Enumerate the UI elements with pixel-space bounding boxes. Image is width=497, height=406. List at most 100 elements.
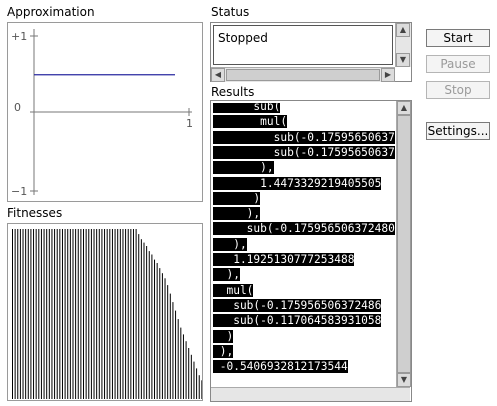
settings-button[interactable]: Settings... [426, 122, 490, 140]
fitness-bar [12, 229, 13, 399]
fitness-bar [146, 246, 148, 399]
result-line: sub(-0.117064583931058 [213, 313, 382, 328]
result-line-text: ) [213, 329, 234, 343]
fitness-chart [12, 229, 202, 399]
fitness-bar [154, 259, 156, 399]
result-line: ) [213, 329, 234, 344]
status-textbox[interactable]: Stopped [213, 25, 393, 65]
results-textbox[interactable]: sub( mul( sub(-0.17595650637 sub(-0.1759… [213, 103, 396, 399]
y-label-bottom: −1 [11, 185, 27, 198]
result-line: ), [213, 344, 234, 359]
result-line: -0.5406932812173544 [213, 359, 348, 374]
fitness-bar [14, 229, 16, 399]
scroll-up-arrow-icon[interactable]: ▲ [396, 23, 410, 37]
result-line-text: mul( [213, 115, 288, 129]
fitness-bar [19, 229, 21, 399]
fitness-bar [196, 368, 198, 399]
fitness-bar [80, 229, 82, 399]
start-button[interactable]: Start [426, 29, 490, 47]
fitness-bar [77, 229, 79, 399]
results-vertical-scrollbar[interactable]: ▲ ▼ [396, 101, 411, 387]
result-line: 1.1925130777253488 [213, 252, 355, 267]
status-text: Stopped [218, 31, 268, 45]
result-line: ), [213, 267, 240, 282]
fitness-bar [90, 229, 92, 399]
result-line-text: sub(-0.117064583931058 [213, 314, 382, 328]
fitness-bar [151, 254, 153, 399]
result-line-text: mul( [213, 283, 254, 297]
fitness-bar [190, 354, 192, 399]
fitness-bar [135, 229, 137, 399]
result-line-text: sub(-0.17595650637 [213, 145, 395, 159]
status-horizontal-scrollbar[interactable]: ◀ ▶ [211, 67, 395, 82]
fitness-bar [164, 278, 166, 399]
fitness-bar [106, 229, 108, 399]
fitness-bar [119, 229, 121, 399]
fitness-bar [85, 229, 87, 399]
fitness-bar [143, 242, 145, 399]
fitness-plot [7, 223, 203, 401]
fitness-bar [111, 229, 113, 399]
scroll-right-arrow-icon[interactable]: ▶ [381, 68, 395, 82]
results-vscroll-thumb[interactable] [397, 115, 411, 373]
y-label-mid: 0 [14, 101, 21, 114]
fitness-bar [30, 229, 32, 399]
fitness-bar [159, 268, 161, 399]
fitness-bar [161, 273, 163, 399]
fitness-bar [185, 341, 187, 399]
fitness-bar [180, 327, 182, 399]
fitness-bar [17, 229, 19, 399]
result-line-text: ), [213, 237, 247, 251]
result-line: mul( [213, 283, 254, 298]
scroll-left-arrow-icon[interactable]: ◀ [211, 68, 225, 82]
result-line: sub(-0.175956506372480 [213, 221, 395, 236]
fitness-bar [46, 229, 48, 399]
fitness-bar [198, 375, 200, 399]
fitness-bar [56, 229, 58, 399]
result-line-text: sub(-0.175956506372480 [213, 222, 395, 236]
fitness-bar [72, 229, 74, 399]
fitness-bar [201, 380, 202, 399]
result-line: ), [213, 237, 247, 252]
fitness-bar [156, 263, 158, 399]
fitness-bar [22, 229, 24, 399]
x-label-end: 1 [186, 117, 193, 130]
result-line-text: sub(-0.17595650637 [213, 130, 395, 144]
pause-button[interactable]: Pause [426, 55, 490, 73]
result-line: mul( [213, 114, 288, 129]
fitness-bar [148, 251, 150, 399]
fitness-bar [83, 229, 85, 399]
fitness-bar [138, 234, 140, 399]
results-panel: sub( mul( sub(-0.17595650637 sub(-0.1759… [210, 100, 412, 402]
stop-button[interactable]: Stop [426, 81, 490, 99]
status-panel: Stopped ▲ ▼ ◀ ▶ [210, 22, 412, 82]
result-line: ) [213, 191, 261, 206]
fitness-bar [101, 229, 103, 399]
fitness-bar [169, 293, 171, 399]
result-line-text: 1.4473329219405505 [213, 176, 382, 190]
fitness-bar [40, 229, 42, 399]
y-label-top: +1 [11, 30, 27, 43]
results-title: Results [211, 85, 255, 99]
fitness-bar [61, 229, 63, 399]
fitness-bar [182, 334, 184, 399]
result-line: sub(-0.175956506372486 [213, 298, 382, 313]
fitness-bar [93, 229, 95, 399]
fitness-bar [130, 229, 132, 399]
fitness-bar [125, 229, 127, 399]
result-line-text: ), [213, 268, 240, 282]
result-line: ), [213, 160, 274, 175]
status-hscroll-thumb[interactable] [226, 69, 380, 81]
fitness-bar [54, 229, 56, 399]
result-line-text: ), [213, 344, 234, 358]
fitness-bar [64, 229, 66, 399]
fitness-bar [75, 229, 77, 399]
scroll-down-arrow-icon[interactable]: ▼ [396, 53, 410, 67]
fitness-bar [67, 229, 69, 399]
fitness-bar [104, 229, 106, 399]
result-line-text: 1.1925130777253488 [213, 253, 355, 266]
scroll-down-arrow-icon[interactable]: ▼ [397, 373, 411, 387]
status-vertical-scrollbar[interactable]: ▲ ▼ [395, 23, 411, 67]
results-horizontal-scrollbar[interactable] [211, 387, 410, 401]
scroll-up-arrow-icon[interactable]: ▲ [397, 101, 411, 115]
